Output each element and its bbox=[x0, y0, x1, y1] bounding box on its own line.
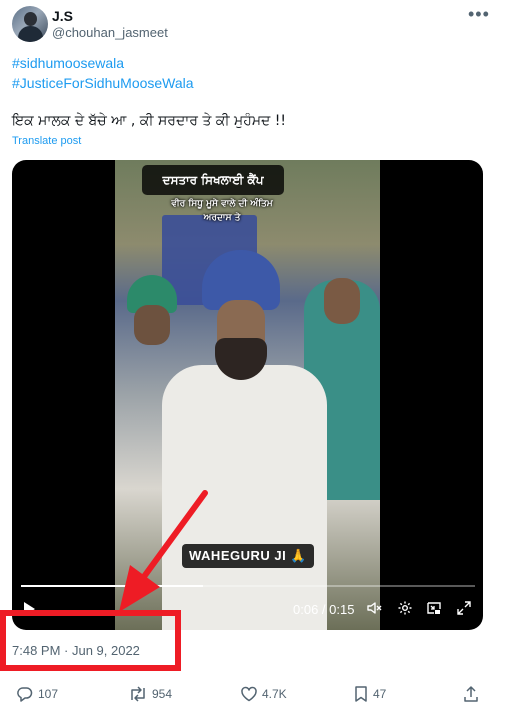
video-progress-bar[interactable] bbox=[21, 585, 475, 587]
repost-button[interactable]: 954 bbox=[128, 684, 172, 704]
author-display-name[interactable]: J.S bbox=[52, 8, 73, 24]
annotation-highlight-box bbox=[0, 610, 181, 671]
author-avatar[interactable] bbox=[12, 6, 48, 42]
author-handle[interactable]: @chouhan_jasmeet bbox=[52, 25, 168, 40]
settings-gear-icon[interactable] bbox=[397, 600, 413, 616]
repost-count: 954 bbox=[152, 687, 173, 701]
video-caption-line-1: ਵੀਰ ਸਿਧੂ ਮੂਸੇ ਵਾਲੇ ਦੀ ਅੰਤਿਮ bbox=[171, 199, 273, 209]
heart-icon bbox=[241, 686, 257, 702]
video-caption-line-2: ਅਰਦਾਸ ਤੇ bbox=[203, 213, 241, 223]
video-caption-title: ਦਸਤਾਰ ਸਿਖਲਾਈ ਕੈਂਪ bbox=[142, 165, 284, 195]
bookmark-button[interactable]: 47 bbox=[353, 684, 386, 704]
more-options-icon[interactable]: ••• bbox=[468, 4, 490, 25]
picture-in-picture-icon[interactable] bbox=[426, 600, 442, 616]
translate-post-link[interactable]: Translate post bbox=[12, 135, 81, 147]
video-overlay-text: WAHEGURU JI 🙏 bbox=[182, 544, 314, 568]
reply-button[interactable]: 107 bbox=[16, 684, 58, 704]
avatar-body bbox=[18, 26, 43, 42]
tweet-text: ਇਕ ਮਾਲਕ ਦੇ ਬੱਚੇ ਆ , ਕੀ ਸਰਦਾਰ ਤੇ ਕੀ ਮੁਹੰਮ… bbox=[12, 113, 286, 129]
hashtag-link-justice[interactable]: #JusticeForSidhuMooseWala bbox=[12, 75, 194, 91]
tweet-actions-bar: 107 954 4.7K 47 bbox=[0, 684, 507, 704]
reply-icon bbox=[17, 687, 33, 702]
tweet-card: J.S @chouhan_jasmeet ••• #sidhumoosewala… bbox=[0, 0, 507, 722]
reply-count: 107 bbox=[38, 687, 59, 701]
bookmark-icon bbox=[355, 686, 367, 702]
share-icon bbox=[464, 686, 478, 702]
volume-muted-icon[interactable] bbox=[366, 600, 382, 616]
bookmark-count: 47 bbox=[373, 687, 387, 701]
video-person-left-face bbox=[134, 305, 170, 345]
hashtag-link-sidhumoosewala[interactable]: #sidhumoosewala bbox=[12, 55, 124, 71]
avatar-head bbox=[24, 12, 37, 26]
video-person-right-head bbox=[324, 278, 360, 324]
video-time-display: 0:06 / 0:15 bbox=[293, 602, 355, 617]
video-player[interactable]: ਦਸਤਾਰ ਸਿਖਲਾਈ ਕੈਂਪ ਵੀਰ ਸਿਧੂ ਮੂਸੇ ਵਾਲੇ ਦੀ … bbox=[12, 160, 483, 630]
repost-icon bbox=[131, 686, 145, 702]
fullscreen-icon[interactable] bbox=[456, 600, 472, 616]
video-progress-fill bbox=[21, 585, 203, 587]
like-count: 4.7K bbox=[262, 687, 287, 701]
video-person-center-shirt bbox=[162, 365, 327, 630]
share-button[interactable] bbox=[462, 684, 480, 704]
like-button[interactable]: 4.7K bbox=[240, 684, 287, 704]
video-caption-subtitle: ਵੀਰ ਸਿਧੂ ਮੂਸੇ ਵਾਲੇ ਦੀ ਅੰਤਿਮ ਅਰਦਾਸ ਤੇ bbox=[157, 197, 287, 225]
tweet-timestamp[interactable]: 7:48 PM · Jun 9, 2022 bbox=[12, 643, 140, 658]
